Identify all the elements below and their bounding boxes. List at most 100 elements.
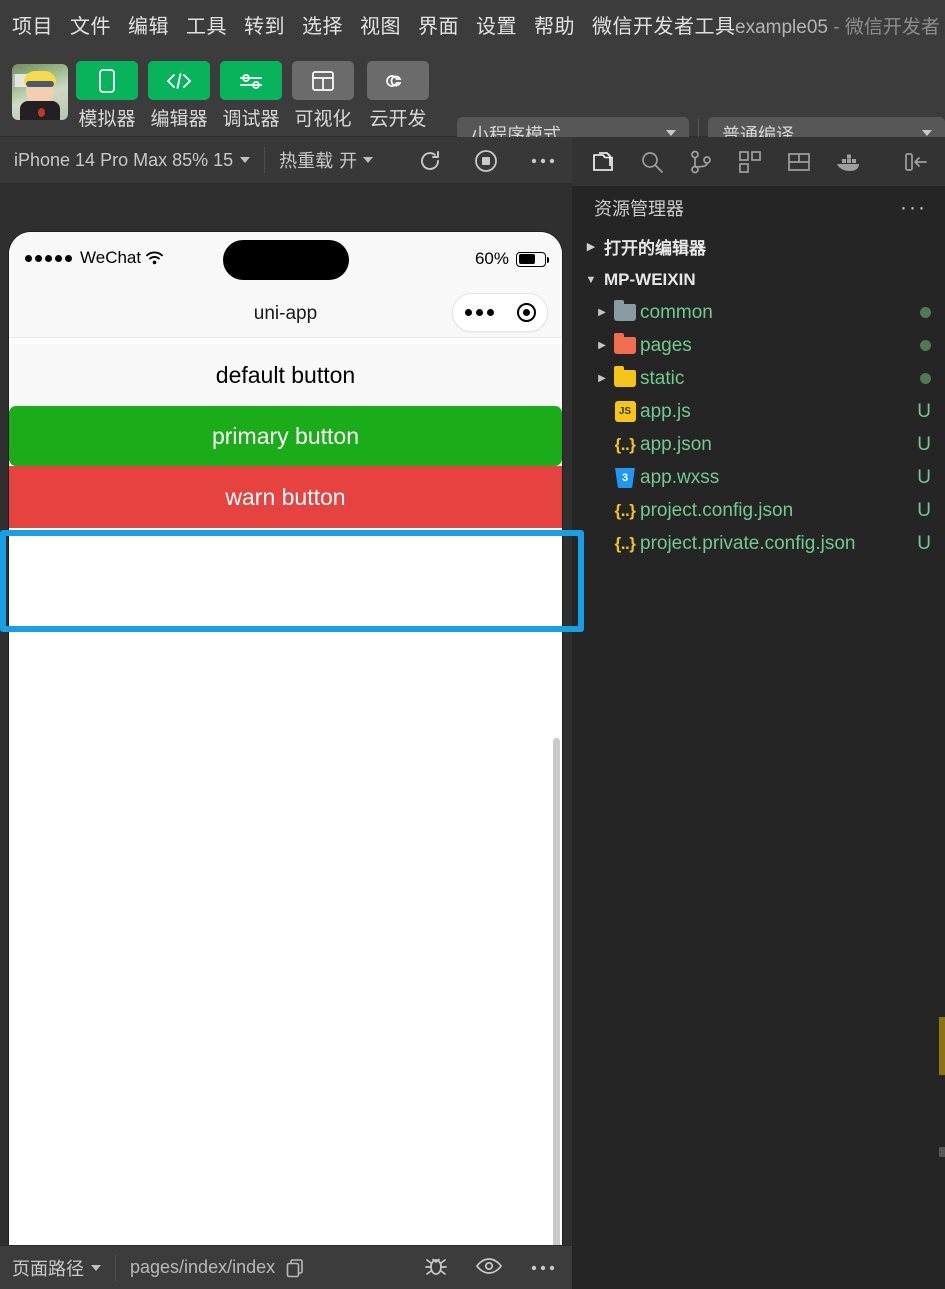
simulator-pane: iPhone 14 Pro Max 85% 15 热重载 开 WeChat 60… — [0, 137, 584, 1289]
layout-icon — [292, 61, 354, 100]
menu-item-select[interactable]: 选择 — [302, 17, 343, 37]
tree-item-label: static — [640, 367, 685, 389]
eye-icon[interactable] — [475, 1257, 503, 1280]
chevron-down-icon — [363, 157, 374, 163]
simulator-actions — [418, 137, 556, 184]
warn-button[interactable]: warn button — [9, 466, 562, 528]
editor-side-panel: 资源管理器 ··· ▶ 打开的编辑器 ▼ MP-WEIXIN ▶ common … — [572, 137, 945, 1289]
menu-item-view[interactable]: 视图 — [360, 17, 401, 37]
tree-item-project-private-config[interactable]: {..} project.private.config.json U — [572, 527, 945, 560]
signal-dots-icon — [25, 254, 72, 262]
section-label: 打开的编辑器 — [604, 239, 706, 258]
toolbar-button-visualization[interactable]: 可视化 — [292, 61, 354, 131]
toolbar-button-label: 调试器 — [222, 109, 280, 130]
tree-item-app-json[interactable]: {..} app.json U — [572, 428, 945, 461]
layout-icon[interactable] — [774, 137, 823, 186]
menu-item-devtools[interactable]: 微信开发者工具 — [592, 17, 736, 37]
tree-item-project-config[interactable]: {..} project.config.json U — [572, 494, 945, 527]
status-bar-left: WeChat — [25, 248, 164, 268]
primary-button[interactable]: primary button — [9, 406, 562, 466]
menu-item-project[interactable]: 项目 — [12, 17, 53, 37]
tree-item-label: app.js — [640, 400, 691, 422]
page-path-value: pages/index/index — [130, 1257, 276, 1277]
toolbar-button-cloud[interactable]: 云开发 — [367, 61, 429, 131]
bug-icon[interactable] — [424, 1254, 448, 1283]
status-dot — [920, 307, 931, 318]
main-toolbar: 模拟器 编辑器 调试器 可视化 云开发 小程序模式 普通编译 — [0, 53, 945, 151]
more-icon[interactable] — [530, 157, 556, 165]
section-mp-weixin[interactable]: ▼ MP-WEIXIN — [572, 263, 945, 296]
json-file-icon: {..} — [614, 533, 636, 553]
toolbar-button-editor[interactable]: 编辑器 — [148, 61, 210, 131]
capsule-close-icon[interactable] — [516, 303, 536, 322]
more-icon[interactable] — [530, 1259, 556, 1277]
minimap-marker — [939, 1017, 945, 1075]
json-file-icon: {..} — [614, 434, 636, 454]
divider — [115, 1254, 116, 1281]
tree-item-label: app.wxss — [640, 466, 720, 488]
git-status-badge: U — [917, 466, 931, 488]
menu-item-help[interactable]: 帮助 — [534, 17, 575, 37]
source-control-icon[interactable] — [676, 137, 725, 186]
cloud-icon — [367, 61, 429, 100]
minimap-marker — [939, 1147, 945, 1157]
title-bar: 项目 文件 编辑 工具 转到 选择 视图 界面 设置 帮助 微信开发者工具 ex… — [0, 0, 945, 53]
user-avatar[interactable] — [12, 64, 68, 120]
docker-icon[interactable] — [823, 137, 872, 186]
tree-item-app-wxss[interactable]: 3 app.wxss U — [572, 461, 945, 494]
device-select-value: iPhone 14 Pro Max 85% 15 — [14, 149, 234, 170]
tree-item-pages[interactable]: ▶ pages — [572, 329, 945, 362]
tree-item-label: project.private.config.json — [640, 532, 856, 554]
extensions-icon[interactable] — [725, 137, 774, 186]
phone-icon — [76, 61, 138, 100]
toggle-panel-icon[interactable] — [892, 137, 941, 186]
folder-icon — [610, 366, 640, 387]
toolbar-button-simulator[interactable]: 模拟器 — [76, 61, 138, 131]
capsule-more-icon[interactable] — [464, 309, 494, 316]
search-icon[interactable] — [627, 137, 676, 186]
css-file-icon: 3 — [610, 467, 640, 488]
activity-bar — [572, 137, 945, 186]
tree-item-app-js[interactable]: JS app.js U — [572, 395, 945, 428]
page-title: uni-app — [253, 302, 318, 324]
phone-page-body: default button primary button warn butto… — [9, 338, 562, 1289]
battery-percent-label: 60% — [474, 249, 509, 268]
chevron-right-icon: ▶ — [598, 373, 606, 384]
toolbar-button-label: 云开发 — [369, 109, 427, 130]
phone-simulator: WeChat 60% uni-app default button primar… — [9, 232, 562, 1289]
page-path-select[interactable]: 页面路径 — [0, 1255, 101, 1281]
menu-item-settings[interactable]: 设置 — [476, 17, 517, 37]
menu-item-interface[interactable]: 界面 — [418, 17, 459, 37]
refresh-icon[interactable] — [418, 149, 442, 173]
toolbar-button-debugger[interactable]: 调试器 — [220, 61, 282, 131]
tree-item-label: project.config.json — [640, 499, 794, 521]
section-label: MP-WEIXIN — [604, 269, 696, 289]
page-scrollbar[interactable] — [553, 738, 560, 1289]
chevron-right-icon: ▶ — [598, 340, 606, 351]
toolbar-button-label: 编辑器 — [150, 109, 208, 130]
explorer-icon[interactable] — [578, 137, 627, 186]
tree-item-static[interactable]: ▶ static — [572, 362, 945, 395]
hot-reload-select[interactable]: 热重载 开 — [279, 147, 374, 173]
menu-item-edit[interactable]: 编辑 — [128, 17, 169, 37]
explorer-title: 资源管理器 — [594, 199, 684, 219]
menu-item-tools[interactable]: 工具 — [186, 17, 227, 37]
explorer-header: 资源管理器 ··· — [572, 186, 945, 230]
debug-icon — [220, 61, 282, 100]
tree-item-label: pages — [640, 334, 692, 356]
menu-item-file[interactable]: 文件 — [70, 17, 111, 37]
dynamic-island — [222, 240, 349, 280]
stop-icon[interactable] — [474, 149, 498, 173]
tree-item-common[interactable]: ▶ common — [572, 296, 945, 329]
folder-icon — [610, 300, 640, 321]
wechat-capsule[interactable] — [452, 293, 548, 332]
copy-icon[interactable] — [285, 1258, 305, 1278]
git-status-badge: U — [917, 433, 931, 455]
default-button[interactable]: default button — [9, 344, 562, 406]
carrier-label: WeChat — [80, 248, 142, 267]
explorer-more-icon[interactable]: ··· — [900, 196, 927, 220]
device-select[interactable]: iPhone 14 Pro Max 85% 15 — [0, 149, 251, 171]
section-open-editors[interactable]: ▶ 打开的编辑器 — [572, 230, 945, 263]
menu-item-goto[interactable]: 转到 — [244, 17, 285, 37]
phone-nav-bar: uni-app — [9, 290, 562, 338]
